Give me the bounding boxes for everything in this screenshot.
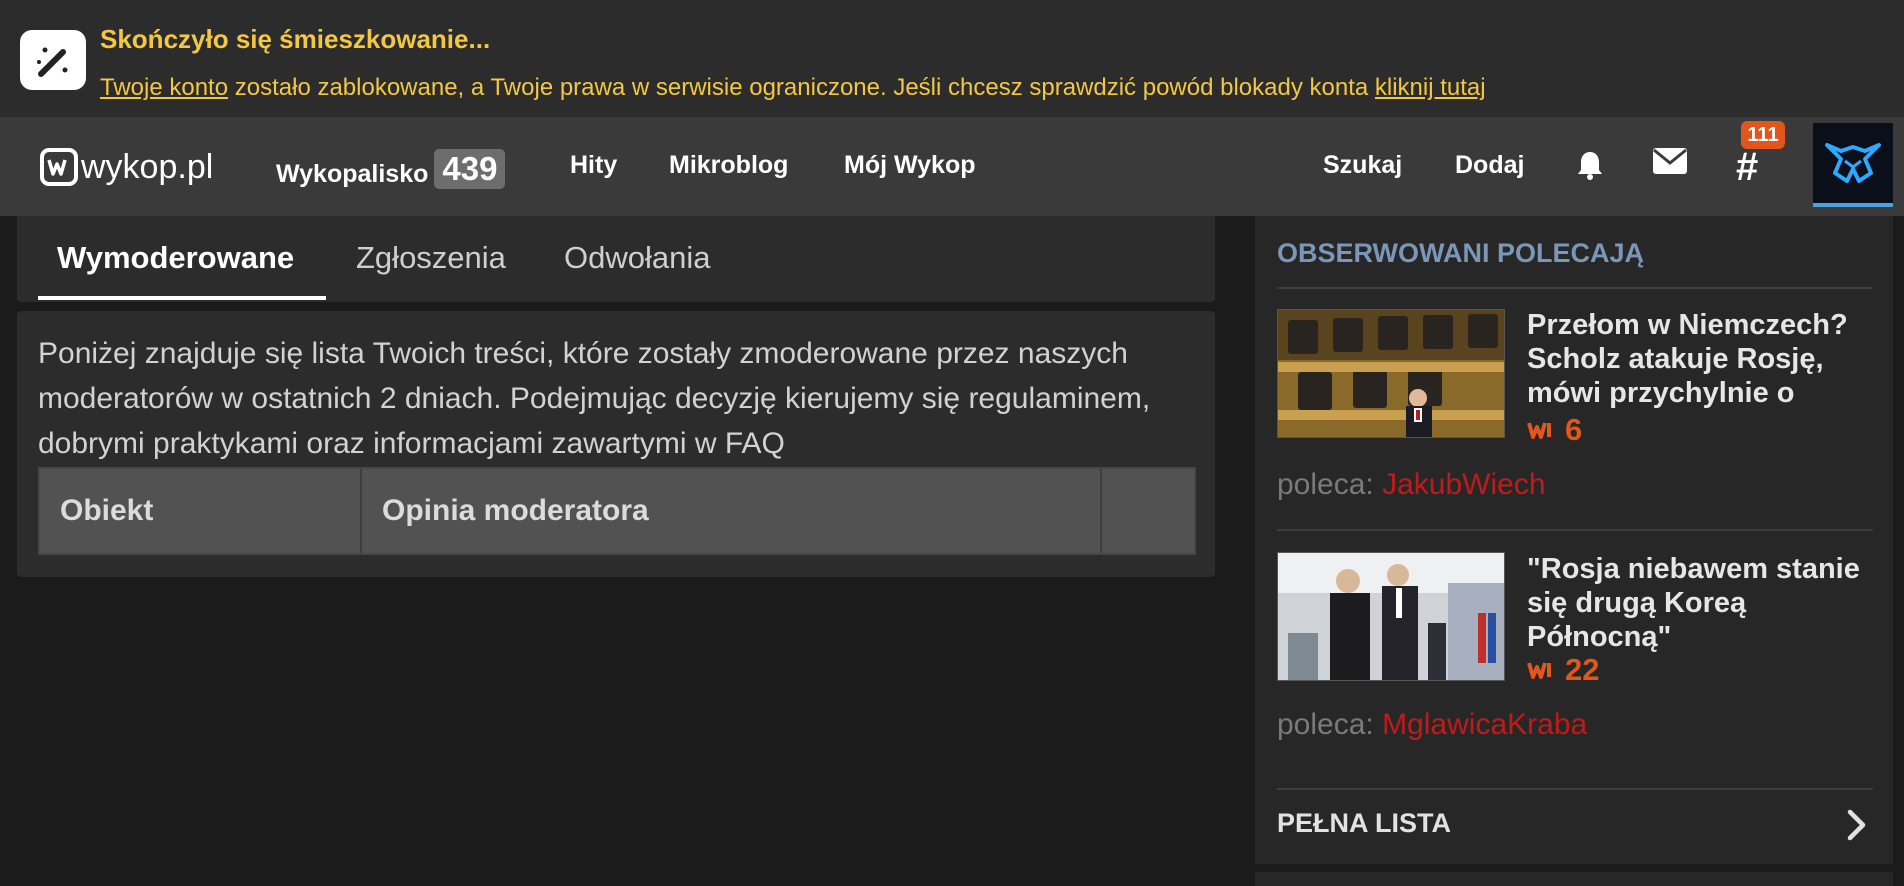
recommender-username[interactable]: JakubWiech — [1382, 468, 1545, 501]
nav-wykopalisko[interactable]: Wykopalisko 439 — [276, 149, 506, 191]
vote-count: 22 — [1565, 652, 1600, 687]
top-navigation: wykop.pl Wykopalisko 439 Hity Mikroblog M… — [0, 117, 1904, 216]
moderation-content: Poniżej znajduje się lista Twoich treści… — [17, 311, 1215, 577]
sidebar-next-card — [1255, 872, 1893, 886]
nav-hity[interactable]: Hity — [570, 151, 617, 180]
account-link[interactable]: Twoje konto — [100, 74, 228, 101]
wykopalisko-count-badge: 439 — [434, 149, 506, 189]
recommended-by: poleca: MglawicaKraba — [1277, 708, 1587, 742]
recommendation-title[interactable]: Przełom w Niemczech? Scholz atakuje Rosj… — [1527, 308, 1879, 410]
banner-message-text: zostało zablokowane, a Twoje prawa w ser… — [228, 74, 1375, 101]
mail-icon[interactable] — [1652, 147, 1688, 180]
tag-notification-badge: 111 — [1741, 121, 1785, 149]
column-header-empty — [1102, 469, 1192, 553]
nav-moj-wykop[interactable]: Mój Wykop — [844, 151, 975, 180]
bell-icon[interactable] — [1576, 149, 1604, 186]
chevron-right-icon[interactable] — [1845, 808, 1869, 847]
moderation-table: Obiekt Opinia moderatora — [38, 467, 1196, 555]
recommended-by-label: poleca: — [1277, 708, 1374, 741]
tab-zgloszenia[interactable]: Zgłoszenia — [356, 240, 506, 276]
column-header-object: Obiekt — [60, 494, 154, 527]
divider — [1277, 529, 1873, 531]
tab-odwolania[interactable]: Odwołania — [564, 240, 710, 276]
recommendation-thumbnail[interactable] — [1277, 552, 1505, 681]
recommended-by: poleca: JakubWiech — [1277, 468, 1546, 502]
sidebar-heading: OBSERWOWANI POLECAJĄ — [1277, 238, 1645, 268]
logo-text: wykop.pl — [81, 147, 214, 186]
nav-wykopalisko-label: Wykopalisko — [276, 160, 429, 188]
recommender-username[interactable]: MglawicaKraba — [1382, 708, 1587, 741]
recommendation-votes: 22 — [1527, 652, 1599, 688]
recommendation-votes: 6 — [1527, 412, 1582, 448]
recommendation-title[interactable]: "Rosja niebawem stanie się drugą Koreą P… — [1527, 552, 1879, 654]
search-button[interactable]: Szukaj — [1323, 151, 1402, 180]
recommendation-thumbnail[interactable] — [1277, 309, 1505, 438]
moderation-tabs: Wymoderowane Zgłoszenia Odwołania — [17, 216, 1215, 302]
divider — [1277, 788, 1873, 790]
nav-mikroblog[interactable]: Mikroblog — [669, 151, 788, 180]
wykop-vote-icon — [1527, 662, 1551, 679]
avatar[interactable] — [1813, 123, 1893, 203]
sidebar-recommended: OBSERWOWANI POLECAJĄ Przełom w Niemczech… — [1255, 216, 1893, 864]
column-header-opinion: Opinia moderatora — [382, 494, 649, 527]
divider — [1277, 287, 1873, 289]
logo[interactable]: wykop.pl — [40, 145, 213, 189]
logo-icon — [40, 148, 78, 186]
intro-text: Poniżej znajduje się lista Twoich treści… — [38, 337, 1151, 460]
vote-count: 6 — [1565, 412, 1583, 447]
recommended-by-label: poleca: — [1277, 468, 1374, 501]
avatar-active-indicator — [1813, 203, 1893, 207]
magic-wand-icon — [20, 30, 86, 90]
active-tab-indicator — [38, 296, 326, 300]
hashtag-icon[interactable]: # — [1736, 145, 1758, 190]
banner-title: Skończyło się śmieszkowanie... — [100, 24, 491, 54]
full-list-link[interactable]: PEŁNA LISTA — [1277, 808, 1451, 839]
banner-message: Twoje konto zostało zablokowane, a Twoje… — [100, 74, 1486, 102]
add-button[interactable]: Dodaj — [1455, 151, 1524, 180]
wykop-vote-icon — [1527, 422, 1551, 439]
ban-banner: Skończyło się śmieszkowanie... Twoje kon… — [0, 0, 1904, 117]
click-here-link[interactable]: kliknij tutaj — [1375, 74, 1486, 101]
tab-wymoderowane[interactable]: Wymoderowane — [57, 240, 294, 276]
avatar-emblem-icon — [1825, 143, 1881, 183]
